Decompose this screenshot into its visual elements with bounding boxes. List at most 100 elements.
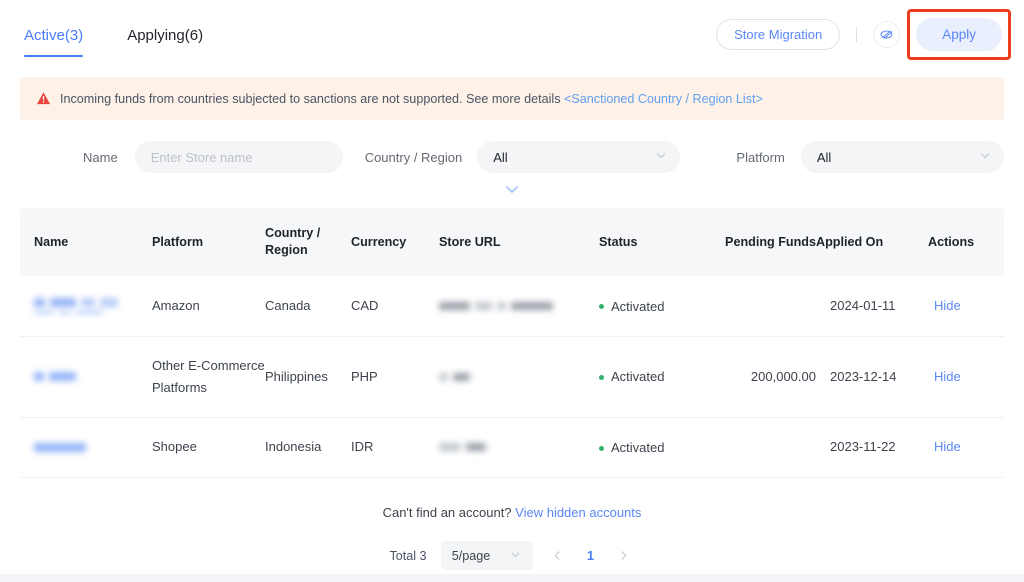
cell-applied-on: 2024-01-11 (816, 276, 928, 337)
cell-pending-funds: 200,000.00 (704, 336, 816, 418)
table-row[interactable]: Other E-Commerce Platforms Philippines P… (20, 336, 1004, 418)
cell-status: Activated (599, 276, 704, 337)
country-filter-label: Country / Region (364, 149, 463, 165)
table-body: Amazon Canada CAD Activated 2024-01-11 H… (20, 276, 1004, 478)
expand-filters-toggle[interactable] (0, 173, 1024, 208)
status-label: Activated (611, 440, 665, 455)
col-header-platform: Platform (152, 208, 265, 276)
chevron-left-icon[interactable] (547, 545, 569, 567)
name-filter-label: Name (83, 149, 118, 165)
hide-account-link[interactable]: Hide (934, 298, 961, 313)
banner-message: Incoming funds from countries subjected … (60, 91, 565, 106)
sanctioned-country-list-link[interactable]: <Sanctioned Country / Region List> (564, 92, 763, 106)
apply-button-wrapper: Apply (907, 8, 1011, 60)
status-dot-icon (599, 304, 604, 309)
cell-applied-on: 2023-12-14 (816, 336, 928, 418)
cell-name (20, 276, 152, 337)
status-dot-icon (599, 445, 604, 451)
country-region-value: All (493, 149, 508, 165)
cell-pending-funds (704, 276, 816, 337)
accounts-table: Name Platform Country / Region Currency … (20, 208, 1004, 478)
hidden-accounts-hint: Can't find an account? View hidden accou… (0, 478, 1024, 520)
redacted-store-subtext (34, 309, 152, 314)
cell-applied-on: 2023-11-22 (816, 417, 928, 478)
cell-actions: Hide (928, 336, 1004, 418)
table-header-row: Name Platform Country / Region Currency … (20, 208, 1004, 276)
status-badge: Activated (599, 366, 664, 388)
eye-off-icon[interactable] (873, 20, 901, 48)
store-accounts-page: Active(3) Applying(6) Store Migration Ap (0, 0, 1024, 582)
cell-country: Philippines (265, 336, 351, 418)
status-dot-icon (599, 374, 604, 380)
apply-label: Apply (942, 26, 976, 42)
cell-currency: IDR (351, 417, 439, 478)
cell-currency: PHP (351, 336, 439, 418)
tab-applying[interactable]: Applying(6) (127, 26, 203, 57)
col-header-country: Country / Region (265, 208, 351, 276)
pagination-total: Total 3 (389, 548, 427, 563)
store-migration-button[interactable]: Store Migration (716, 18, 841, 50)
cell-platform: Amazon (152, 276, 265, 337)
accounts-table-wrapper: Name Platform Country / Region Currency … (20, 208, 1004, 478)
col-header-store-url: Store URL (439, 208, 599, 276)
redacted-store-name (34, 442, 152, 452)
status-label: Activated (611, 369, 665, 385)
page-size-select[interactable]: 5/page (440, 541, 533, 570)
top-bar: Active(3) Applying(6) Store Migration Ap (0, 0, 1024, 68)
store-migration-label: Store Migration (734, 26, 823, 42)
cell-name (20, 417, 152, 478)
col-header-pending-funds: Pending Funds (704, 208, 816, 276)
platform-select[interactable]: All (800, 141, 1004, 173)
tab-applying-label: Applying(6) (127, 27, 204, 44)
col-header-currency: Currency (351, 208, 439, 276)
sanctions-warning-banner: Incoming funds from countries subjected … (20, 77, 1004, 120)
action-divider (856, 26, 858, 42)
chevron-down-icon (504, 182, 520, 200)
redacted-store-name (34, 297, 152, 307)
tab-list: Active(3) Applying(6) (24, 11, 203, 57)
warning-triangle-icon (36, 91, 51, 106)
tab-active[interactable]: Active(3) (24, 26, 84, 57)
page-size-value: 5/page (451, 548, 491, 563)
cell-currency: CAD (351, 276, 439, 337)
cell-country: Canada (265, 276, 351, 337)
status-label: Activated (611, 298, 665, 314)
filter-bar: Name Country / Region All Platform All (20, 120, 1004, 173)
chevron-down-icon (979, 150, 991, 165)
top-actions: Store Migration Apply (716, 8, 1011, 60)
chevron-right-icon[interactable] (613, 545, 635, 567)
redacted-store-name (34, 372, 152, 381)
table-row[interactable]: Shopee Indonesia IDR Activated 2023-11-2… (20, 417, 1004, 478)
table-head: Name Platform Country / Region Currency … (20, 208, 1004, 276)
platform-value: All (816, 149, 832, 165)
hide-account-link[interactable]: Hide (934, 439, 961, 454)
redacted-store-url (439, 372, 599, 381)
apply-button[interactable]: Apply (916, 17, 1002, 51)
view-hidden-accounts-link[interactable]: View hidden accounts (515, 505, 641, 520)
table-row[interactable]: Amazon Canada CAD Activated 2024-01-11 H… (20, 276, 1004, 337)
cell-actions: Hide (928, 417, 1004, 478)
redacted-store-url (439, 443, 599, 452)
chevron-down-icon (655, 150, 667, 165)
status-badge: Activated (599, 296, 664, 318)
platform-filter-label: Platform (736, 149, 785, 165)
cell-platform: Shopee (152, 417, 265, 478)
hidden-accounts-hint-text: Can't find an account? (382, 505, 516, 520)
redacted-store-url (439, 301, 599, 310)
col-header-name: Name (20, 208, 152, 276)
hide-account-link[interactable]: Hide (934, 369, 961, 384)
tab-active-label: Active(3) (24, 27, 84, 44)
store-name-input[interactable] (134, 141, 343, 173)
col-header-status: Status (599, 208, 704, 276)
cell-store-url (439, 276, 599, 337)
cell-store-url (439, 336, 599, 418)
cell-store-url (439, 417, 599, 478)
cell-name (20, 336, 152, 418)
col-header-actions: Actions (928, 208, 1004, 276)
banner-text: Incoming funds from countries subjected … (60, 90, 763, 108)
pagination: Total 3 5/page 1 (0, 520, 1024, 570)
page-number-1[interactable]: 1 (583, 548, 599, 563)
country-region-select[interactable]: All (477, 141, 681, 173)
status-badge: Activated (599, 437, 664, 459)
cell-platform: Other E-Commerce Platforms (152, 336, 265, 418)
